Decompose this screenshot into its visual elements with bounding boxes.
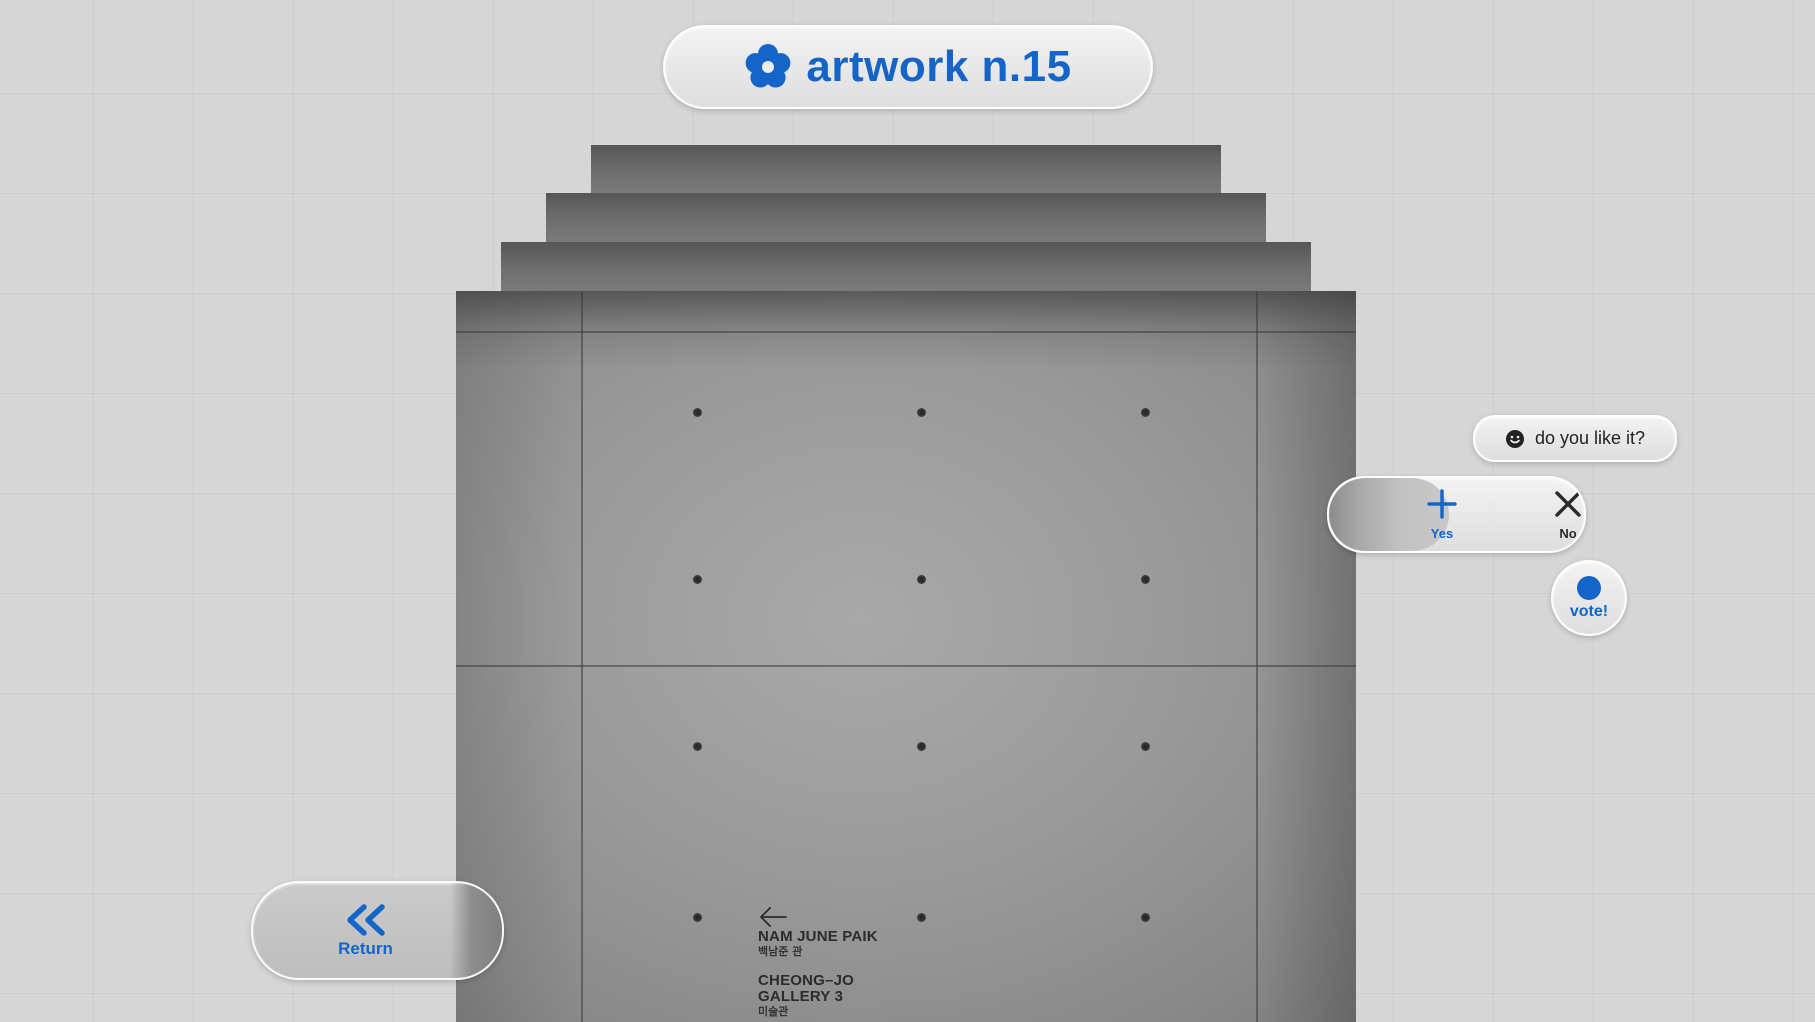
smiley-icon (1505, 429, 1524, 448)
gallery-sign: NAM JUNE PAIK 백남준 관 CHEONG–JO GALLERY 3 … (758, 905, 878, 1019)
sign-line: NAM JUNE PAIK (758, 928, 878, 945)
vote-submit-button[interactable]: vote! (1551, 560, 1627, 636)
return-button[interactable]: Return (251, 881, 504, 980)
page-title: artwork n.15 (806, 42, 1072, 91)
wall-seam (1256, 291, 1258, 1022)
artwork-tier (501, 242, 1311, 291)
tie-hole (917, 913, 926, 922)
artwork-tier (546, 193, 1266, 242)
flower-icon (745, 44, 791, 88)
tie-hole (1141, 408, 1150, 417)
no-label: No (1559, 526, 1577, 541)
tie-hole (917, 742, 926, 751)
sign-line: GALLERY 3 (758, 988, 844, 1005)
tie-hole (693, 575, 702, 584)
double-chevron-left-icon (346, 903, 385, 936)
concrete-wall (456, 291, 1356, 1022)
wall-seam (456, 331, 1356, 333)
close-icon (1555, 491, 1581, 517)
yes-label: Yes (1430, 526, 1454, 541)
sign-subline: 백남준 관 (758, 945, 803, 958)
artwork-tier (591, 145, 1221, 193)
yes-option[interactable]: Yes (1392, 478, 1492, 551)
tie-hole (1141, 575, 1150, 584)
return-label: Return (338, 938, 393, 958)
no-option[interactable]: No (1518, 478, 1584, 551)
sign-line: CHEONG–JO (758, 972, 854, 989)
tie-hole (693, 742, 702, 751)
tie-hole (1141, 742, 1150, 751)
arrow-left-icon (760, 907, 787, 927)
tie-hole (917, 575, 926, 584)
plus-icon (1427, 489, 1457, 519)
title-bar: artwork n.15 (663, 25, 1153, 109)
tie-hole (693, 408, 702, 417)
question-text: do you like it? (1534, 428, 1646, 448)
vote-submit-label: vote! (1569, 602, 1609, 620)
vote-question: do you like it? (1473, 415, 1677, 462)
wall-seam (456, 665, 1356, 667)
vote-toggle[interactable]: Yes No (1327, 476, 1586, 553)
tie-hole (917, 408, 926, 417)
tie-hole (693, 913, 702, 922)
wall-seam (581, 291, 583, 1022)
dot-icon (1577, 575, 1601, 600)
sign-subline: 미술관 (758, 1005, 789, 1018)
tie-hole (1141, 913, 1150, 922)
